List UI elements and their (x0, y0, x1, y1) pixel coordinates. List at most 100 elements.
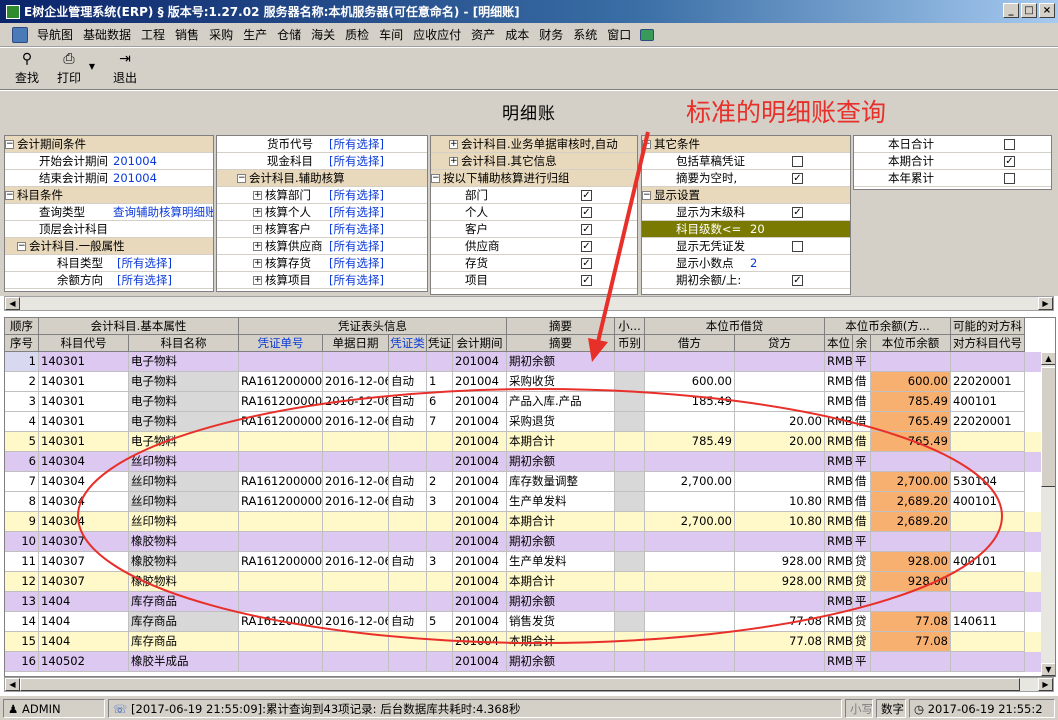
menu-engineering[interactable]: 工程 (136, 26, 170, 43)
expand-icon[interactable]: + (449, 157, 458, 166)
aux-person-field[interactable]: [所有选择] (327, 204, 425, 220)
year-total-checkbox[interactable] (1004, 173, 1015, 184)
table-row[interactable]: 16 140502 橡胶半成品 201004 期初余额 RMB 平 (5, 652, 1041, 672)
table-row[interactable]: 141404库存商品RA161200000052016-12-06自动52010… (5, 612, 1041, 632)
table-row[interactable]: 6 140304 丝印物料 201004 期初余额 RMB 平 (5, 452, 1041, 472)
menu-window[interactable]: 窗口 (602, 26, 636, 43)
currency-field[interactable]: [所有选择] (327, 136, 425, 152)
table-row[interactable]: 4140301电子物料RA161200000072016-12-06自动7201… (5, 412, 1041, 432)
group-other-cond[interactable]: − 其它条件 (642, 136, 850, 153)
balance-dir-field[interactable]: [所有选择] (115, 272, 211, 288)
leaf-checkbox[interactable]: ✓ (792, 207, 803, 218)
group-audit[interactable]: + 会计科目.业务单据审核时,自动 (431, 136, 637, 153)
scroll-right-icon[interactable]: ▶ (1038, 297, 1053, 310)
collapse-icon[interactable]: − (17, 242, 26, 251)
collapse-icon[interactable]: − (642, 191, 651, 200)
aux-dept-field[interactable]: [所有选择] (327, 187, 425, 203)
group-supplier-checkbox[interactable]: ✓ (581, 241, 592, 252)
scroll-right-icon[interactable]: ▶ (1038, 678, 1053, 691)
column-header[interactable]: 单据日期 (323, 335, 389, 352)
table-row[interactable]: 2140301电子物料RA161200000012016-12-06自动1201… (5, 372, 1041, 392)
grid-vscrollbar[interactable]: ▲ ▼ (1041, 352, 1055, 676)
aux-stock-field[interactable]: [所有选择] (327, 255, 425, 271)
daily-total-checkbox[interactable] (1004, 139, 1015, 150)
expand-icon[interactable]: + (253, 208, 262, 217)
column-header[interactable]: 会计期间 (453, 335, 507, 352)
column-header[interactable]: 币别 (615, 335, 645, 352)
column-header[interactable]: 凭证 (427, 335, 453, 352)
menu-production[interactable]: 生产 (238, 26, 272, 43)
grid-hscrollbar[interactable]: ◀ ▶ (4, 677, 1054, 692)
column-header[interactable]: 摘要 (507, 335, 615, 352)
table-row[interactable]: 5 140301 电子物料 201004 本期合计 785.49 20.00 RMB 借 765.… (5, 432, 1041, 452)
menu-quality[interactable]: 质检 (340, 26, 374, 43)
menu-assets[interactable]: 资产 (466, 26, 500, 43)
aux-customer-field[interactable]: [所有选择] (327, 221, 425, 237)
start-period-field[interactable]: 201004 (111, 153, 211, 169)
collapse-icon[interactable]: − (5, 191, 14, 200)
aux-supplier-field[interactable]: [所有选择] (327, 238, 425, 254)
table-row[interactable]: 8140304丝印物料RA161200000032016-12-06自动3201… (5, 492, 1041, 512)
column-header[interactable]: 本位币余额 (871, 335, 951, 352)
navigator-icon[interactable] (12, 26, 28, 43)
table-row[interactable]: 7140304丝印物料RA161200000022016-12-06自动2201… (5, 472, 1041, 492)
subject-kind-field[interactable]: [所有选择] (115, 255, 211, 271)
column-header[interactable]: 余 (853, 335, 871, 352)
cash-subject-field[interactable]: [所有选择] (327, 153, 425, 169)
group-dept-checkbox[interactable]: ✓ (581, 190, 592, 201)
scroll-up-icon[interactable]: ▲ (1041, 352, 1055, 365)
empty-summary-checkbox[interactable]: ✓ (792, 173, 803, 184)
group-person-checkbox[interactable]: ✓ (581, 207, 592, 218)
group-display[interactable]: − 显示设置 (642, 187, 850, 204)
table-row[interactable]: 10 140307 橡胶物料 201004 期初余额 RMB 平 (5, 532, 1041, 552)
table-row[interactable]: 1 140301 电子物料 201004 期初余额 RMB 平 (5, 352, 1041, 372)
menu-system[interactable]: 系统 (568, 26, 602, 43)
window-layout-icon[interactable] (640, 28, 655, 41)
draft-checkbox[interactable] (792, 156, 803, 167)
menu-customs[interactable]: 海关 (306, 26, 340, 43)
menu-ar-ap[interactable]: 应收应付 (408, 26, 466, 43)
menu-warehouse[interactable]: 仓储 (272, 26, 306, 43)
level-field[interactable]: 20 (748, 221, 848, 237)
table-row[interactable]: 12 140307 橡胶物料 201004 本期合计 928.00 RMB 贷 928.00 (5, 572, 1041, 592)
novoucher-checkbox[interactable] (792, 241, 803, 252)
table-row[interactable]: 11140307橡胶物料RA161200000032016-12-06自动320… (5, 552, 1041, 572)
minimize-button[interactable]: _ (1003, 3, 1019, 18)
group-stock-checkbox[interactable]: ✓ (581, 258, 592, 269)
opening-checkbox[interactable]: ✓ (792, 275, 803, 286)
column-header[interactable]: 序号 (5, 335, 39, 352)
print-button[interactable]: ⎙ 打印 (52, 51, 86, 87)
column-header[interactable]: 对方科目代号 (951, 335, 1025, 352)
expand-icon[interactable]: + (253, 242, 262, 251)
column-header[interactable]: 本位 (825, 335, 853, 352)
menu-basic-data[interactable]: 基础数据 (78, 26, 136, 43)
expand-icon[interactable]: + (253, 276, 262, 285)
group-project-checkbox[interactable]: ✓ (581, 275, 592, 286)
exit-button[interactable]: ⇥ 退出 (108, 51, 142, 87)
collapse-icon[interactable]: − (237, 174, 246, 183)
collapse-icon[interactable]: − (5, 140, 14, 149)
table-row[interactable]: 13 1404 库存商品 201004 期初余额 RMB 平 (5, 592, 1041, 612)
scroll-left-icon[interactable]: ◀ (5, 297, 20, 310)
decimal-field[interactable]: 2 (748, 255, 848, 271)
collapse-icon[interactable]: − (431, 174, 440, 183)
close-button[interactable]: × (1039, 3, 1055, 18)
column-header[interactable]: 借方 (645, 335, 735, 352)
table-row[interactable]: 9 140304 丝印物料 201004 本期合计 2,700.00 10.80 RMB 借 2,… (5, 512, 1041, 532)
column-header[interactable]: 贷方 (735, 335, 825, 352)
group-customer-checkbox[interactable]: ✓ (581, 224, 592, 235)
expand-icon[interactable]: + (449, 140, 458, 149)
collapse-icon[interactable]: − (642, 140, 651, 149)
aux-project-field[interactable]: [所有选择] (327, 272, 425, 288)
scroll-down-icon[interactable]: ▼ (1041, 663, 1055, 676)
period-total-checkbox[interactable]: ✓ (1004, 156, 1015, 167)
maximize-button[interactable]: □ (1021, 3, 1037, 18)
menu-purchase[interactable]: 采购 (204, 26, 238, 43)
grid-hscroll-thumb[interactable] (20, 678, 1020, 691)
filter-hscrollbar[interactable]: ◀ ▶ (4, 296, 1054, 311)
group-period[interactable]: − 会计期间条件 (5, 136, 213, 153)
find-button[interactable]: ⚲ 查找 (10, 51, 44, 87)
grid-vscroll-thumb[interactable] (1041, 367, 1055, 487)
expand-icon[interactable]: + (253, 259, 262, 268)
menu-finance[interactable]: 财务 (534, 26, 568, 43)
